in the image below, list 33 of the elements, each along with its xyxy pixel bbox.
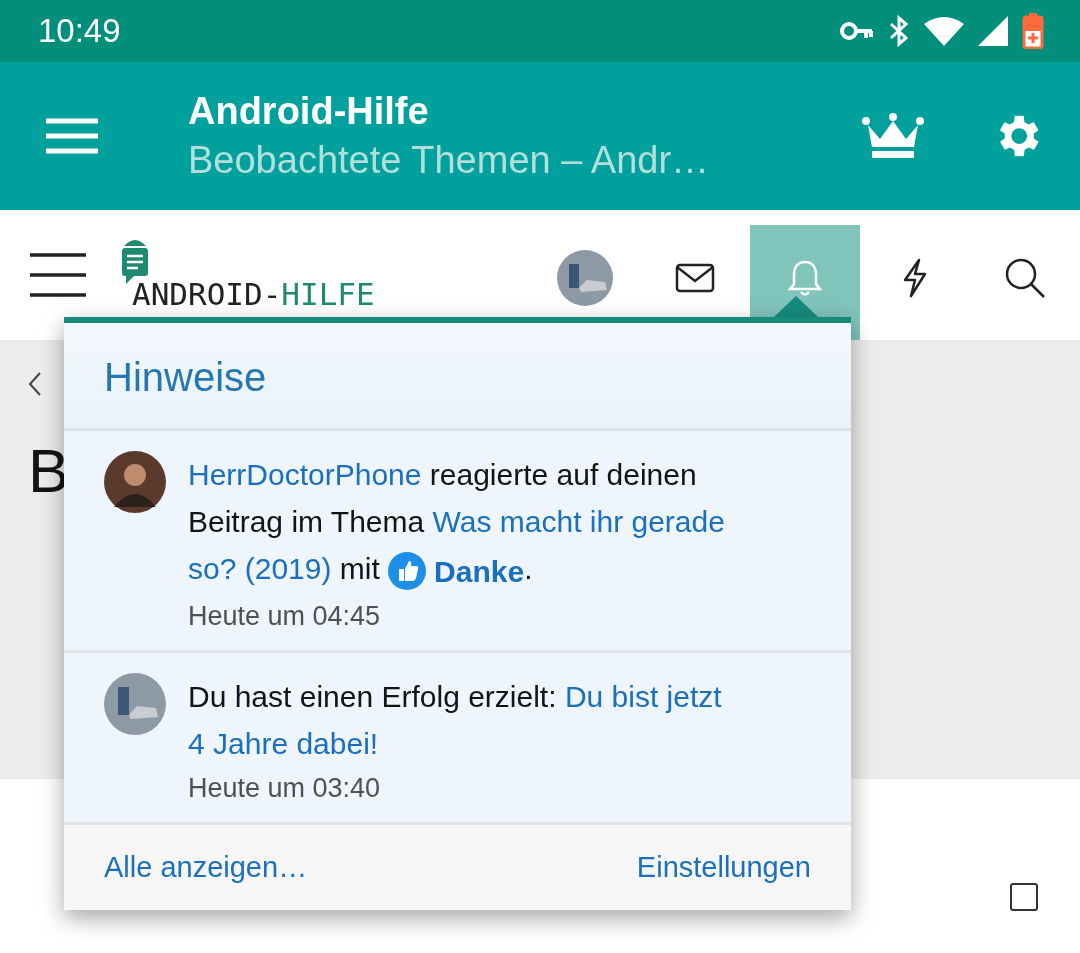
app-title: Android-Hilfe xyxy=(188,90,430,133)
footer-link[interactable]: Einstellungen xyxy=(636,850,811,884)
avatar xyxy=(104,451,166,513)
lightning-icon xyxy=(901,257,929,298)
notification-text: Du hast einen Erfolg erzielt: Du bist jetzt 4 Jahre dabei! xyxy=(188,678,723,762)
timestamp: Heute um 04:45 xyxy=(188,600,382,632)
link[interactable]: so? (2019) xyxy=(188,552,332,585)
battery-icon xyxy=(1022,13,1044,49)
key-icon xyxy=(840,21,874,41)
footer-link[interactable]: Alle anzeigen… xyxy=(104,850,308,884)
thumbs-up-icon xyxy=(388,552,427,591)
link[interactable]: 4 Jahre dabei! xyxy=(188,726,379,760)
avatar xyxy=(104,672,166,735)
link[interactable]: HerrDoctorPhone xyxy=(188,458,422,491)
clock: 10:49 xyxy=(38,12,121,50)
link[interactable]: Du bist jetzt xyxy=(564,679,722,713)
reaction-link[interactable]: Danke xyxy=(388,547,525,595)
popup-title: Hinweise xyxy=(104,355,267,399)
notification-text: HerrDoctorPhone reagierte auf deinen Beitrag im Thema Was macht ihr gerade so? (2019) mit Danke. xyxy=(188,451,795,595)
avatar[interactable] xyxy=(557,249,613,306)
bluetooth-icon xyxy=(888,15,910,47)
page-heading: B xyxy=(28,435,70,506)
wifi-icon xyxy=(924,16,964,46)
signal-icon xyxy=(978,16,1008,46)
timestamp: Heute um 03:40 xyxy=(188,772,382,804)
page-subtitle: Beobachtete Themen – Andr… xyxy=(188,139,711,182)
logo-text[interactable]: ANDROID-HILFE xyxy=(132,276,375,312)
checkbox[interactable] xyxy=(1010,883,1038,911)
crown-icon[interactable] xyxy=(862,113,924,159)
back-icon xyxy=(28,371,42,397)
mail-icon xyxy=(675,262,715,293)
link[interactable]: Was macht ihr gerade xyxy=(432,505,725,538)
search-icon xyxy=(1004,256,1046,299)
